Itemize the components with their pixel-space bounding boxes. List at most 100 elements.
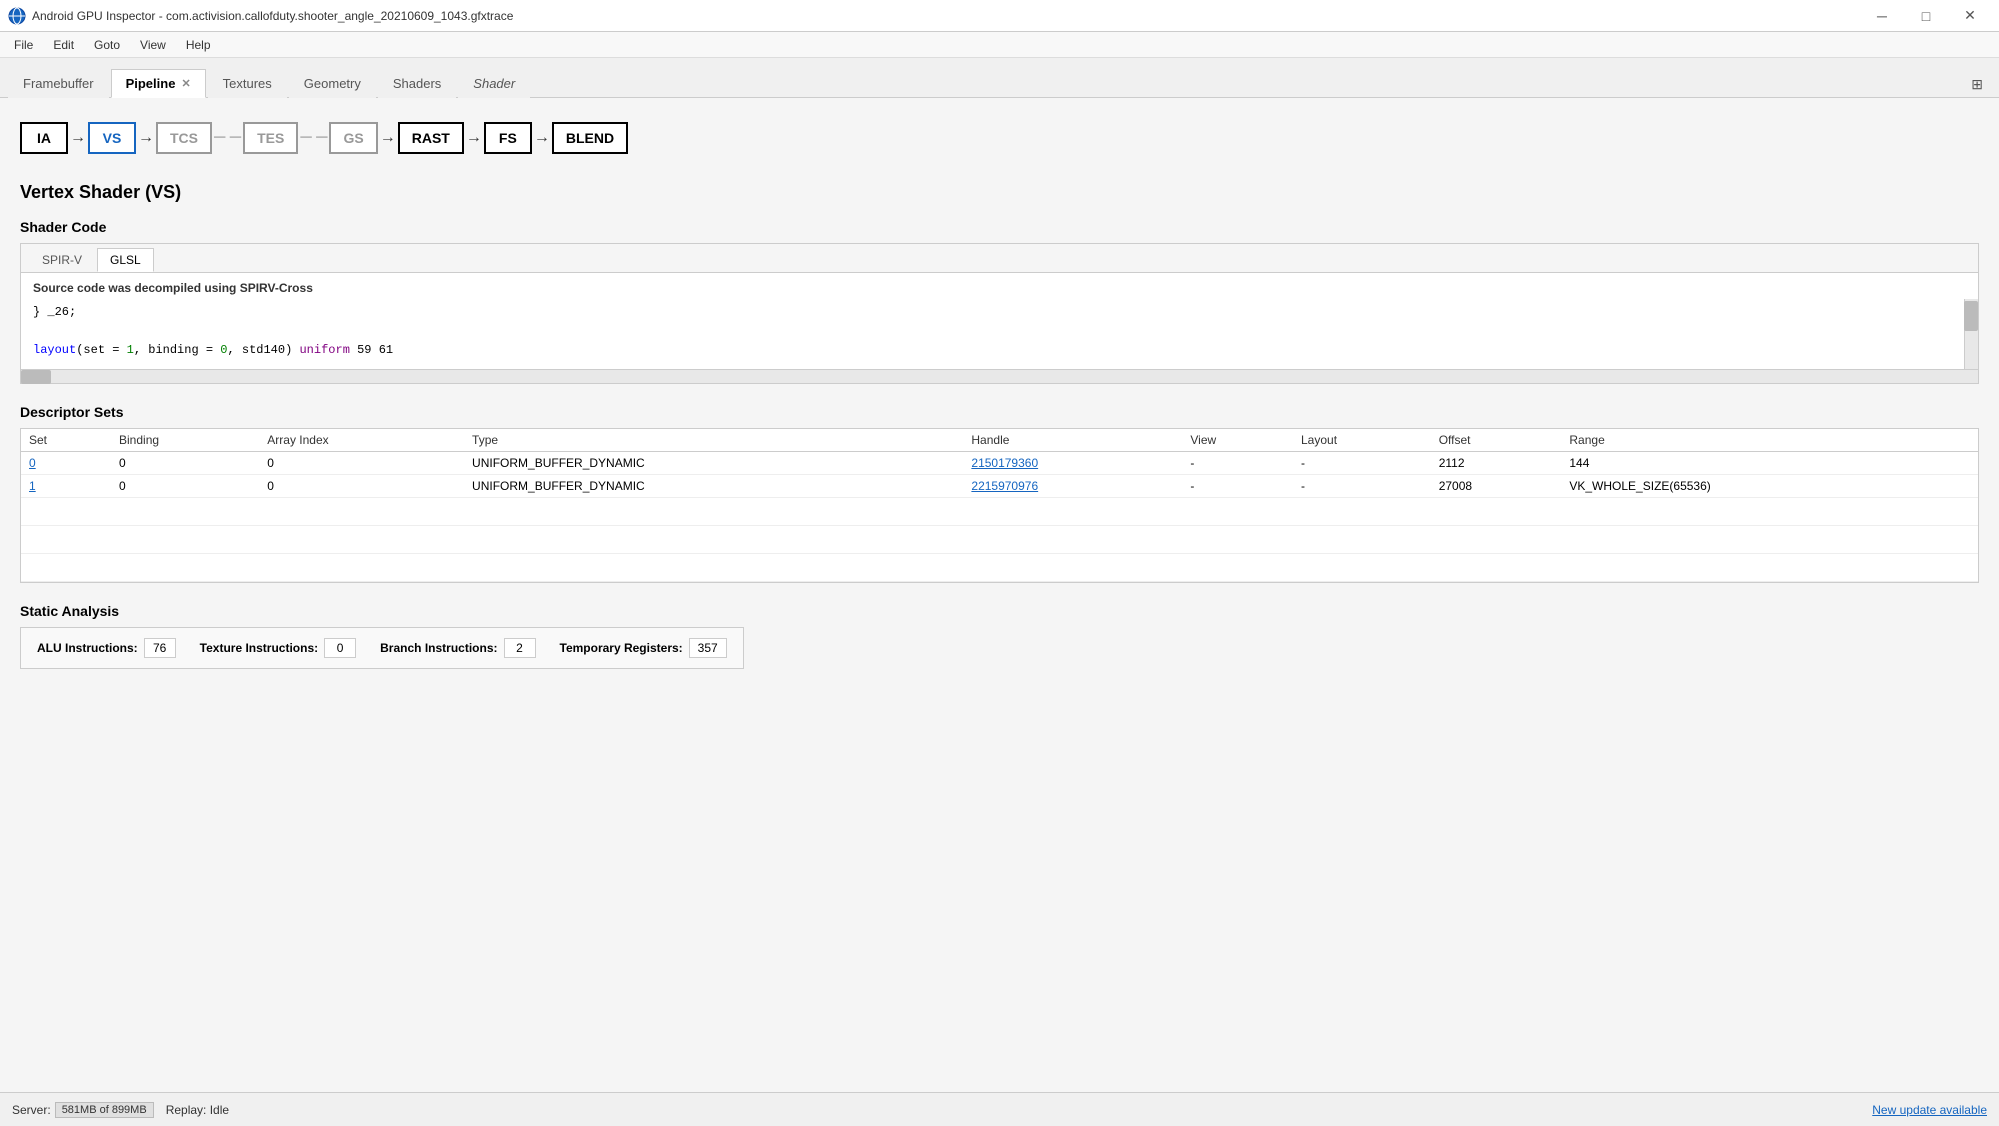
descriptor-sets: Set Binding Array Index Type Handle View… <box>20 428 1979 583</box>
sa-branch: Branch Instructions: 2 <box>380 638 535 658</box>
vertex-shader-title: Vertex Shader (VS) <box>20 182 1979 203</box>
cell-handle-0: 2150179360 <box>963 451 1182 474</box>
scroll-thumb-v[interactable] <box>1964 301 1978 331</box>
cell-view-1: - <box>1182 474 1293 497</box>
app-icon <box>8 7 26 25</box>
col-offset: Offset <box>1431 429 1562 452</box>
cell-handle-1: 2215970976 <box>963 474 1182 497</box>
table-header-row: Set Binding Array Index Type Handle View… <box>21 429 1978 452</box>
arrow-5: → <box>380 129 396 147</box>
tab-textures[interactable]: Textures <box>208 69 287 98</box>
arrow-6: → <box>466 129 482 147</box>
main-content: IA → VS → TCS ─ ─ TES ─ ─ GS → RAST → FS… <box>0 98 1999 1092</box>
tab-framebuffer[interactable]: Framebuffer <box>8 69 109 98</box>
shader-code-container: SPIR-V GLSL Source code was decompiled u… <box>20 243 1979 384</box>
menu-help[interactable]: Help <box>176 36 221 54</box>
sa-tempreg-label: Temporary Registers: <box>560 641 683 655</box>
code-content[interactable]: } _26; layout(set = 1, binding = 0, std1… <box>21 299 1978 369</box>
pipeline-node-ia[interactable]: IA <box>20 122 68 154</box>
cell-offset-1: 27008 <box>1431 474 1562 497</box>
tab-shaders[interactable]: Shaders <box>378 69 456 98</box>
static-analysis: ALU Instructions: 76 Texture Instruction… <box>20 627 1979 669</box>
arrow-4: ─ ─ <box>300 129 327 147</box>
pipeline-diagram: IA → VS → TCS ─ ─ TES ─ ─ GS → RAST → FS… <box>20 114 1979 162</box>
descriptor-sets-table: Set Binding Array Index Type Handle View… <box>21 429 1978 582</box>
pipeline-node-rast[interactable]: RAST <box>398 122 464 154</box>
cell-type-1: UNIFORM_BUFFER_DYNAMIC <box>464 474 963 497</box>
tab-pipeline-close[interactable]: ✕ <box>181 77 190 90</box>
cell-set-1: 1 <box>21 474 111 497</box>
cell-binding-1: 0 <box>111 474 259 497</box>
col-type: Type <box>464 429 963 452</box>
col-range: Range <box>1561 429 1978 452</box>
sa-texture: Texture Instructions: 0 <box>200 638 356 658</box>
shader-code-title: Shader Code <box>20 219 1979 235</box>
menu-file[interactable]: File <box>4 36 43 54</box>
pipeline-node-fs[interactable]: FS <box>484 122 532 154</box>
table-row-empty-2 <box>21 525 1978 553</box>
sa-tempreg-value: 357 <box>689 638 727 658</box>
handle-link-0[interactable]: 2150179360 <box>971 456 1038 470</box>
cell-range-1: VK_WHOLE_SIZE(65536) <box>1561 474 1978 497</box>
memory-usage: 581MB of 899MB <box>55 1102 154 1118</box>
col-handle: Handle <box>963 429 1182 452</box>
cell-set-0: 0 <box>21 451 111 474</box>
table-row-empty-3 <box>21 553 1978 581</box>
cell-type-0: UNIFORM_BUFFER_DYNAMIC <box>464 451 963 474</box>
code-tab-glsl[interactable]: GLSL <box>97 248 154 272</box>
tab-shader[interactable]: Shader <box>458 69 530 98</box>
tabs-bar: Framebuffer Pipeline ✕ Textures Geometry… <box>0 58 1999 98</box>
col-layout: Layout <box>1293 429 1431 452</box>
set-link-1[interactable]: 1 <box>29 479 36 493</box>
arrow-3: ─ ─ <box>214 129 241 147</box>
pipeline-node-vs[interactable]: VS <box>88 122 136 154</box>
handle-link-1[interactable]: 2215970976 <box>971 479 1038 493</box>
scrollbar-v[interactable] <box>1964 299 1978 369</box>
pipeline-node-tes[interactable]: TES <box>243 122 298 154</box>
arrow-1: → <box>70 129 86 147</box>
minimize-button[interactable]: ─ <box>1861 2 1903 30</box>
cell-layout-0: - <box>1293 451 1431 474</box>
table-row: 0 0 0 UNIFORM_BUFFER_DYNAMIC 2150179360 … <box>21 451 1978 474</box>
arrow-7: → <box>534 129 550 147</box>
code-line-1: } _26; <box>33 303 1958 322</box>
cell-layout-1: - <box>1293 474 1431 497</box>
pipeline-node-gs[interactable]: GS <box>329 122 377 154</box>
cell-offset-0: 2112 <box>1431 451 1562 474</box>
title-bar-controls: ─ □ ✕ <box>1861 2 1991 30</box>
status-server: Server: 581MB of 899MB <box>12 1102 154 1118</box>
update-link[interactable]: New update available <box>1872 1103 1987 1117</box>
col-set: Set <box>21 429 111 452</box>
status-left: Server: 581MB of 899MB Replay: Idle <box>12 1102 229 1118</box>
col-view: View <box>1182 429 1293 452</box>
menu-edit[interactable]: Edit <box>43 36 84 54</box>
server-label: Server: <box>12 1103 51 1117</box>
arrow-2: → <box>138 129 154 147</box>
sa-branch-value: 2 <box>504 638 536 658</box>
scroll-thumb-h[interactable] <box>21 370 51 384</box>
tab-pipeline[interactable]: Pipeline ✕ <box>111 69 206 98</box>
cell-array-0: 0 <box>259 451 464 474</box>
close-button[interactable]: ✕ <box>1949 2 1991 30</box>
title-bar: Android GPU Inspector - com.activision.c… <box>0 0 1999 32</box>
sa-tempreg: Temporary Registers: 357 <box>560 638 727 658</box>
title-bar-left: Android GPU Inspector - com.activision.c… <box>8 7 513 25</box>
sa-alu-value: 76 <box>144 638 176 658</box>
sa-texture-label: Texture Instructions: <box>200 641 318 655</box>
menu-goto[interactable]: Goto <box>84 36 130 54</box>
static-analysis-title: Static Analysis <box>20 603 1979 619</box>
cell-binding-0: 0 <box>111 451 259 474</box>
tab-geometry[interactable]: Geometry <box>289 69 376 98</box>
code-tab-spirv[interactable]: SPIR-V <box>29 248 95 272</box>
descriptor-sets-title: Descriptor Sets <box>20 404 1979 420</box>
tab-expand-button[interactable]: ⊞ <box>1963 72 1991 97</box>
menu-bar: File Edit Goto View Help <box>0 32 1999 58</box>
pipeline-node-tcs[interactable]: TCS <box>156 122 212 154</box>
pipeline-node-blend[interactable]: BLEND <box>552 122 628 154</box>
maximize-button[interactable]: □ <box>1905 2 1947 30</box>
sa-texture-value: 0 <box>324 638 356 658</box>
scrollbar-h[interactable] <box>21 369 1978 383</box>
code-line-3: layout(set = 1, binding = 0, std140) uni… <box>33 341 1958 360</box>
set-link-0[interactable]: 0 <box>29 456 36 470</box>
menu-view[interactable]: View <box>130 36 176 54</box>
